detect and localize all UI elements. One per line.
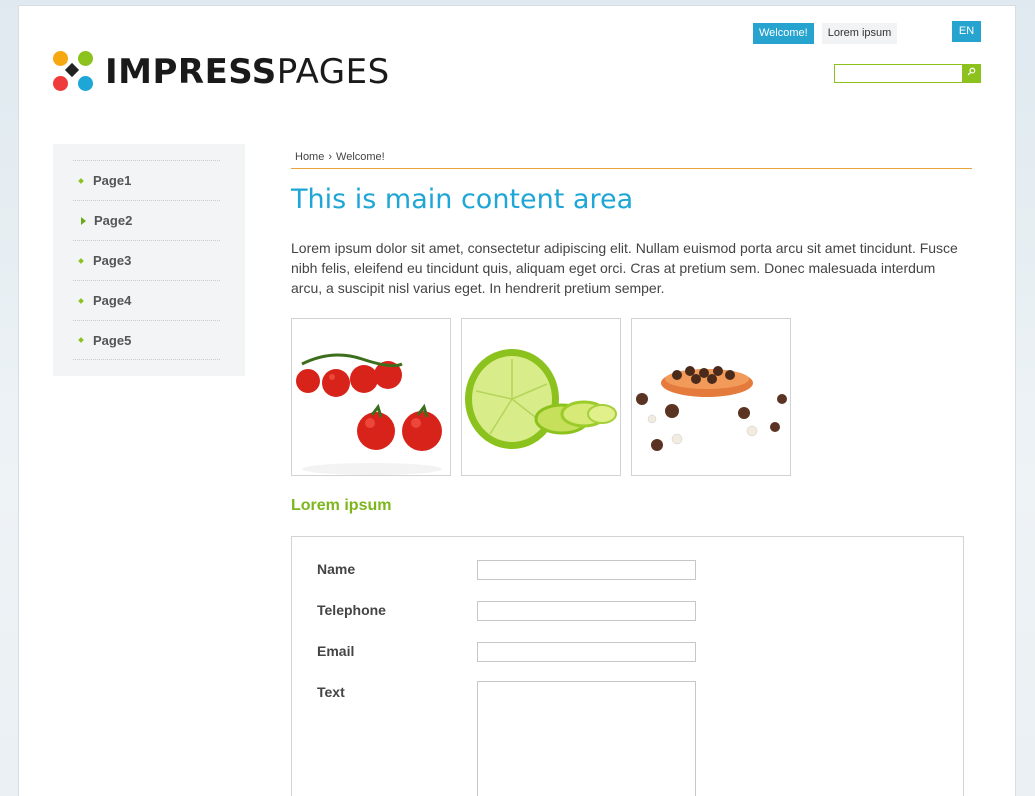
- top-navigation: Welcome! Lorem ipsum: [753, 23, 898, 44]
- breadcrumb-home[interactable]: Home: [295, 151, 324, 163]
- email-label: Email: [317, 643, 355, 659]
- search-box: [834, 64, 982, 83]
- language-button[interactable]: EN: [952, 21, 981, 42]
- text-area[interactable]: [477, 681, 696, 796]
- page-title: This is main content area: [291, 184, 634, 215]
- logo[interactable]: IMPRESSPAGES: [53, 51, 390, 93]
- intro-paragraph: Lorem ipsum dolor sit amet, consectetur …: [291, 240, 958, 296]
- sidebar-item-page1[interactable]: Page1: [73, 160, 220, 200]
- arrow-right-icon: [81, 216, 86, 225]
- name-label: Name: [317, 561, 356, 577]
- bullet-icon: [78, 257, 84, 264]
- tomatoes-image: [296, 353, 442, 475]
- search-input[interactable]: [834, 64, 962, 83]
- telephone-label: Telephone: [317, 602, 386, 618]
- sidebar-item-page4[interactable]: Page4: [73, 280, 220, 320]
- gallery-image-chocolate-balls[interactable]: [631, 318, 791, 476]
- email-field[interactable]: [477, 642, 696, 662]
- breadcrumb-current: Welcome!: [336, 151, 385, 163]
- name-field[interactable]: [477, 560, 696, 580]
- bullet-icon: [78, 337, 84, 343]
- sidebar-item-page2[interactable]: Page2: [73, 200, 220, 240]
- text-label: Text: [317, 684, 345, 700]
- gallery-image-tomatoes[interactable]: [291, 318, 451, 476]
- breadcrumb-separator: ›: [328, 151, 333, 163]
- gallery-image-lime[interactable]: [461, 318, 621, 476]
- bullet-icon: [78, 177, 84, 184]
- sidebar: Page1 Page2 Page3 Page4 Page5: [53, 144, 245, 376]
- image-gallery: [291, 318, 791, 476]
- contact-form: Name Telephone Email Text: [291, 536, 964, 796]
- breadcrumb: Home › Welcome!: [291, 151, 972, 169]
- topnav-lorem-ipsum[interactable]: Lorem ipsum: [821, 23, 898, 44]
- search-button[interactable]: [962, 64, 981, 83]
- telephone-field[interactable]: [477, 601, 696, 621]
- sidebar-item-page5[interactable]: Page5: [73, 320, 220, 360]
- sidebar-item-page3[interactable]: Page3: [73, 240, 220, 280]
- search-icon: [967, 67, 976, 76]
- logo-icon: [53, 51, 95, 93]
- chocolate-balls-image: [636, 366, 787, 451]
- topnav-welcome[interactable]: Welcome!: [753, 23, 814, 44]
- lime-image: [465, 349, 617, 449]
- section-subtitle: Lorem ipsum: [291, 497, 392, 514]
- logo-text: IMPRESSPAGES: [105, 52, 390, 92]
- bullet-icon: [78, 297, 84, 304]
- page-container: IMPRESSPAGES Welcome! Lorem ipsum EN Pag…: [18, 5, 1016, 796]
